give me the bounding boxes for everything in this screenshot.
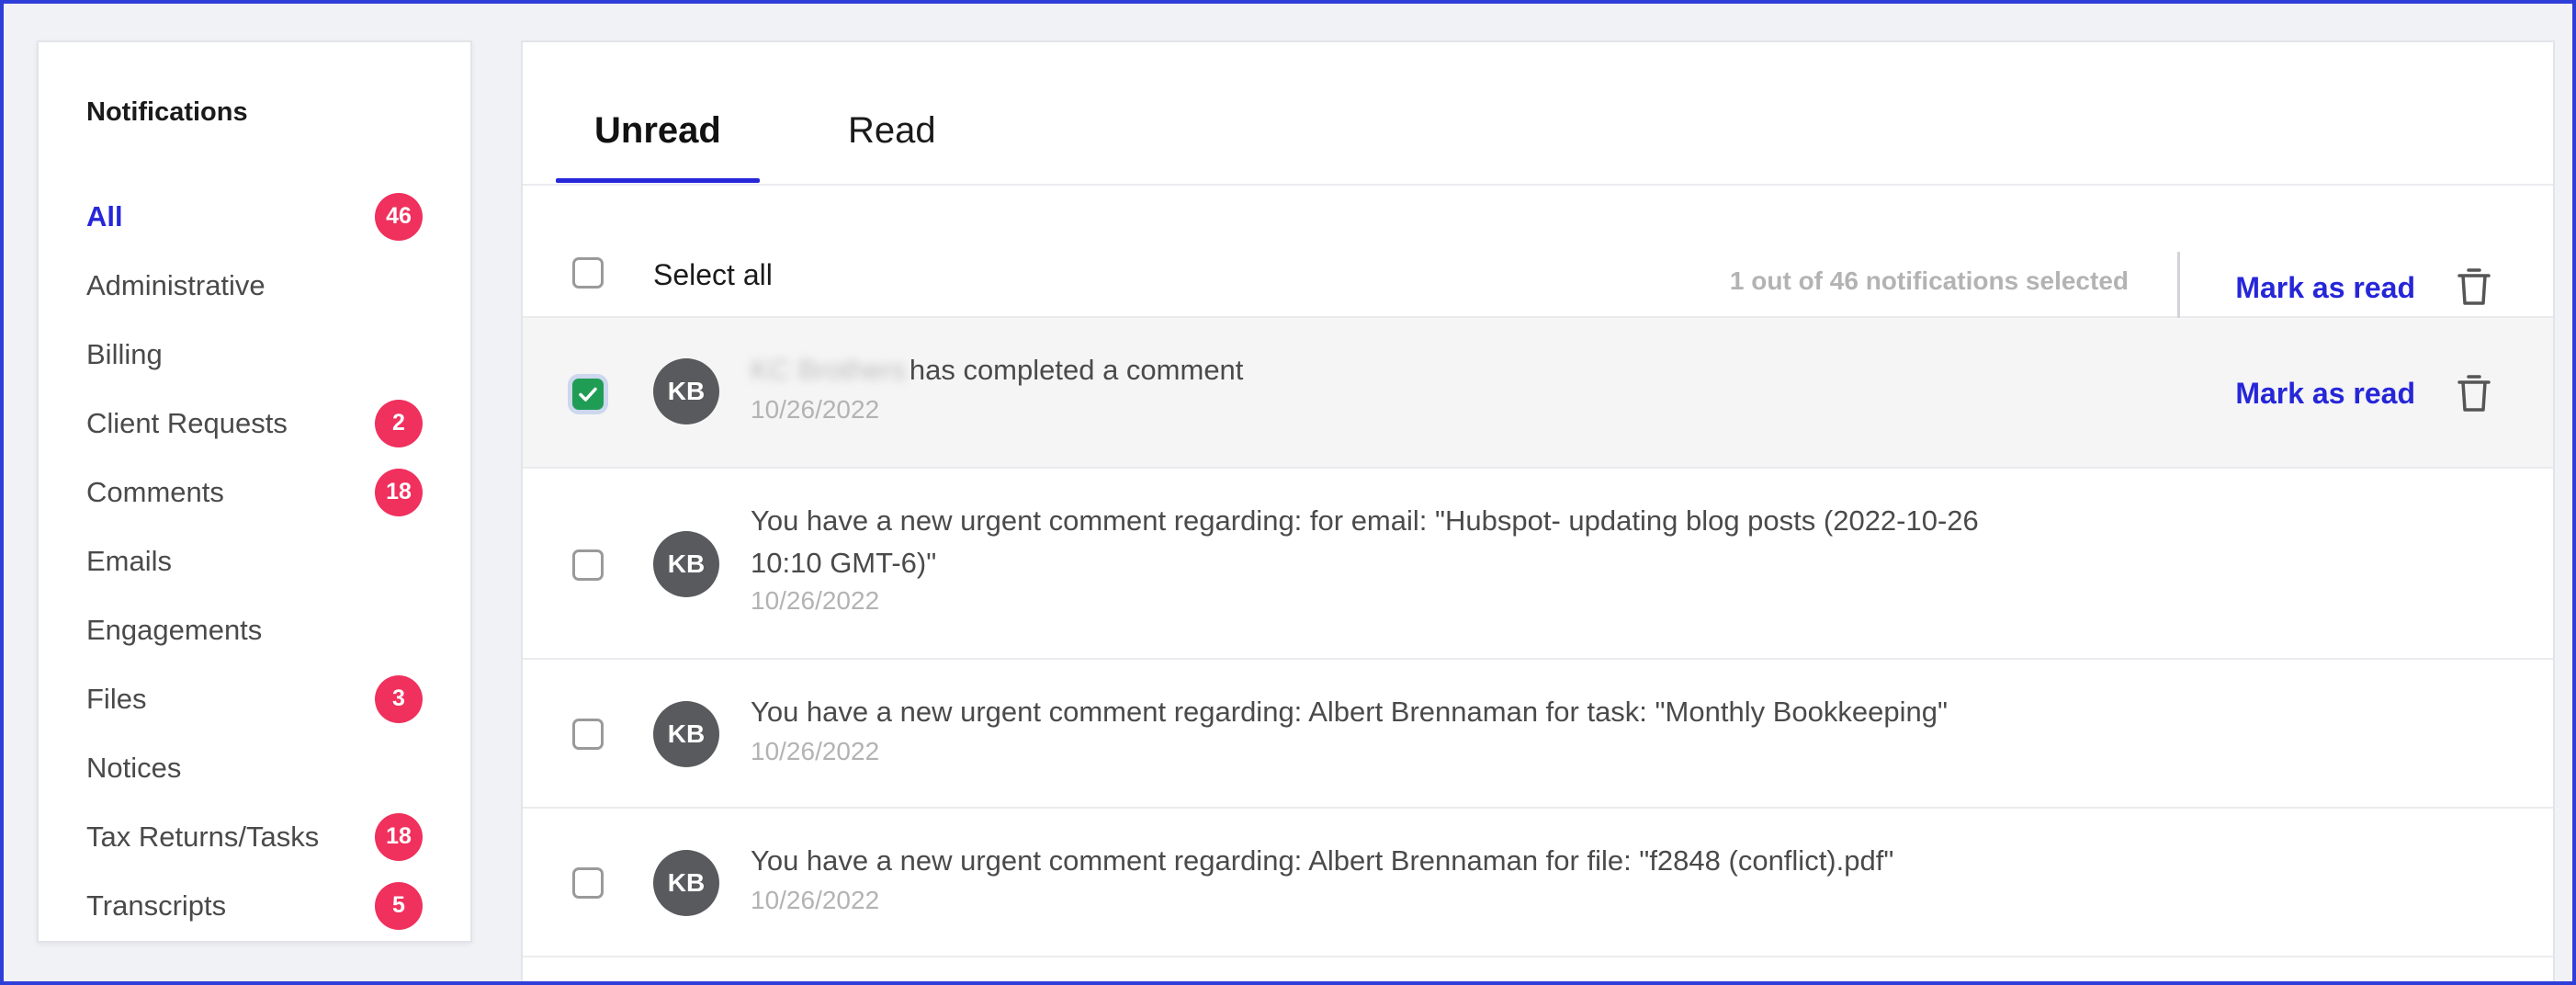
notifications-sidebar: Notifications All 46 Administrative Bill… [37, 40, 472, 943]
sidebar-item-comments[interactable]: Comments 18 [39, 458, 470, 526]
notification-message: KC Brothers has completed a comment [751, 349, 2092, 391]
sidebar-item-label: Comments [86, 475, 224, 508]
notification-date: 10/26/2022 [751, 395, 880, 424]
row-checkbox[interactable] [572, 867, 604, 899]
notification-row[interactable]: KB KC Brothers has completed a comment 10… [523, 318, 2553, 469]
mark-as-read-button[interactable]: Mark as read [2235, 377, 2415, 411]
sidebar-item-label: Billing [86, 337, 163, 370]
notification-date: 10/26/2022 [751, 737, 880, 765]
tab-unread[interactable]: Unread [594, 110, 721, 152]
sidebar-item-label: Client Requests [86, 406, 288, 439]
sidebar-item-files[interactable]: Files 3 [39, 664, 470, 733]
trash-icon[interactable] [2456, 373, 2492, 413]
sidebar-item-label: Transcripts [86, 889, 227, 922]
notification-message: You have a new urgent comment regarding:… [751, 696, 1948, 728]
sidebar-title: Notifications [86, 97, 248, 127]
sidebar-item-label: Files [86, 682, 147, 715]
notification-message: You have a new urgent comment regarding:… [751, 844, 1894, 877]
notification-text-line2: 10:10 GMT-6)" [751, 547, 937, 579]
avatar: KB [653, 850, 719, 916]
toolbar-divider [2177, 252, 2180, 320]
sidebar-item-label: Administrative [86, 268, 266, 301]
notification-row[interactable]: KB You have a new urgent comment regardi… [523, 469, 2553, 660]
notification-row[interactable]: KB You have a new urgent comment regardi… [523, 809, 2553, 957]
sidebar-item-transcripts[interactable]: Transcripts 5 [39, 871, 470, 940]
sidebar-item-label: Notices [86, 751, 182, 784]
sidebar-item-label: Emails [86, 544, 173, 577]
row-checkbox[interactable] [572, 379, 604, 410]
mark-all-read-button[interactable]: Mark as read [2235, 271, 2415, 305]
sidebar-item-label: All [86, 199, 123, 232]
redacted-sender: KC Brothers [751, 354, 906, 386]
sidebar-item-notices[interactable]: Notices [39, 733, 470, 802]
sidebar-item-all[interactable]: All 46 [39, 182, 470, 251]
avatar: KB [653, 701, 719, 767]
count-badge: 18 [375, 812, 423, 861]
count-badge: 18 [375, 468, 423, 516]
category-nav: All 46 Administrative Billing Client Req… [39, 182, 470, 940]
sidebar-item-administrative[interactable]: Administrative [39, 251, 470, 320]
sidebar-item-engagements[interactable]: Engagements [39, 595, 470, 664]
row-checkbox[interactable] [572, 549, 604, 581]
notification-date: 10/26/2022 [751, 886, 880, 914]
row-checkbox[interactable] [572, 719, 604, 750]
notification-date: 10/26/2022 [751, 586, 880, 615]
active-tab-indicator [556, 178, 760, 183]
avatar: KB [653, 358, 719, 425]
tab-read[interactable]: Read [848, 110, 936, 152]
sidebar-item-label: Engagements [86, 613, 263, 646]
checkmark-icon [579, 387, 597, 402]
select-all-checkbox[interactable] [572, 257, 604, 289]
notification-row[interactable]: KB You have a new urgent comment regardi… [523, 660, 2553, 809]
select-all-label[interactable]: Select all [653, 258, 773, 292]
count-badge: 46 [375, 192, 423, 241]
notification-text: has completed a comment [909, 354, 1244, 386]
notification-text-line1: You have a new urgent comment regarding:… [751, 504, 1979, 537]
sidebar-item-client-requests[interactable]: Client Requests 2 [39, 389, 470, 458]
sidebar-item-emails[interactable]: Emails [39, 526, 470, 595]
notifications-panel: Unread Read Select all 1 out of 46 notif… [521, 40, 2555, 981]
notification-message: You have a new urgent comment regarding:… [751, 500, 2092, 584]
selected-count-text: 1 out of 46 notifications selected [1729, 266, 2129, 295]
bulk-actions-toolbar: Select all 1 out of 46 notifications sel… [523, 186, 2553, 320]
app-frame: Notifications All 46 Administrative Bill… [0, 0, 2576, 985]
sidebar-item-billing[interactable]: Billing [39, 320, 470, 389]
sidebar-item-label: Tax Returns/Tasks [86, 820, 320, 853]
count-badge: 5 [375, 881, 423, 930]
avatar: KB [653, 531, 719, 597]
count-badge: 3 [375, 674, 423, 723]
tab-bar: Unread Read [523, 42, 2553, 186]
trash-icon[interactable] [2456, 266, 2492, 307]
count-badge: 2 [375, 399, 423, 447]
sidebar-item-tax-returns-tasks[interactable]: Tax Returns/Tasks 18 [39, 802, 470, 871]
